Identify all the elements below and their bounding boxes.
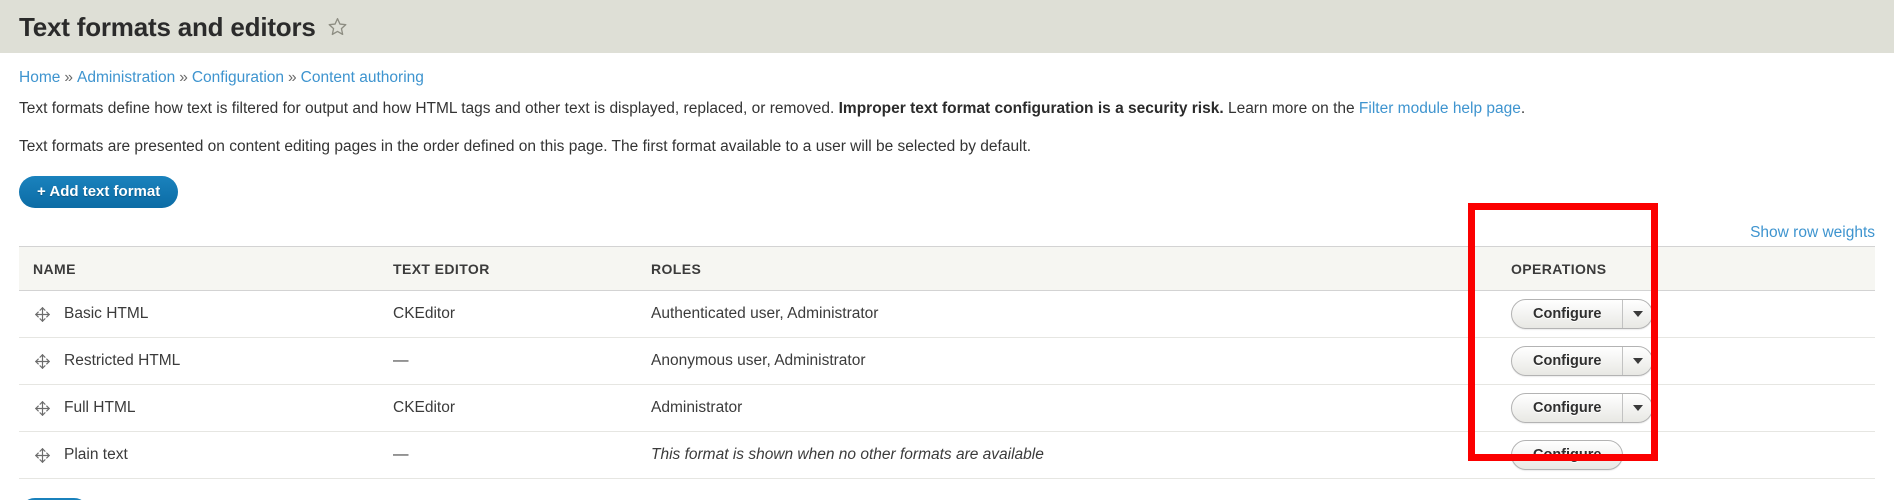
- drag-handle-icon[interactable]: [33, 446, 51, 464]
- roles-value: Administrator: [651, 399, 743, 417]
- table-row: Basic HTML CKEditor Authenticated user, Ad…: [19, 290, 1875, 339]
- intro-text-part3: .: [1520, 100, 1526, 118]
- configure-button[interactable]: Configure: [1512, 347, 1622, 375]
- star-outline-icon[interactable]: [327, 16, 348, 37]
- breadcrumb-item-administration[interactable]: Administration: [77, 69, 175, 86]
- breadcrumb-separator: »: [64, 69, 73, 86]
- breadcrumb-separator: »: [288, 69, 297, 86]
- cell-name: Full HTML: [19, 384, 379, 433]
- configure-button[interactable]: Configure: [1512, 394, 1622, 422]
- cell-text-editor: —: [379, 431, 637, 480]
- filter-module-help-link[interactable]: Filter module help page: [1359, 100, 1521, 117]
- column-header-roles: ROLES: [637, 246, 1497, 292]
- chevron-down-icon: [1632, 358, 1643, 365]
- configure-button[interactable]: Configure: [1511, 440, 1624, 471]
- configure-button[interactable]: Configure: [1512, 300, 1622, 328]
- drag-handle-icon[interactable]: [33, 305, 51, 323]
- cell-name: Plain text: [19, 431, 379, 480]
- add-text-format-button[interactable]: + Add text format: [19, 176, 179, 209]
- column-header-operations: OPERATIONS: [1497, 246, 1727, 292]
- breadcrumb-item-configuration[interactable]: Configuration: [192, 69, 284, 86]
- configure-dropdown-toggle[interactable]: [1622, 394, 1652, 423]
- column-header-text-editor: TEXT EDITOR: [379, 246, 637, 292]
- intro-paragraph-1: Text formats define how text is filtered…: [19, 98, 1875, 120]
- breadcrumb-separator: »: [179, 69, 188, 86]
- table-header: NAME TEXT EDITOR ROLES OPERATIONS: [19, 246, 1875, 292]
- table-row: Restricted HTML — Anonymous user, Administ…: [19, 337, 1875, 386]
- cell-spacer: [1727, 431, 1875, 480]
- page-header: Text formats and editors: [0, 0, 1894, 53]
- show-row-weights-link[interactable]: Show row weights: [1750, 224, 1875, 241]
- configure-dropdown-toggle[interactable]: [1622, 300, 1652, 329]
- page-content: Home» Administration» Configuration» Conten…: [0, 53, 1894, 480]
- intro-text-part1: Text formats define how text is filtered…: [19, 100, 839, 118]
- cell-operations: Configure: [1497, 337, 1727, 386]
- configure-dropdown-toggle[interactable]: [1622, 347, 1652, 376]
- chevron-down-icon: [1632, 405, 1643, 412]
- intro-security-warning: Improper text format configuration is a …: [838, 100, 1224, 118]
- format-name: Plain text: [64, 446, 128, 464]
- text-editor-value: —: [393, 446, 409, 464]
- cell-name: Basic HTML: [19, 290, 379, 339]
- cell-spacer: [1727, 384, 1875, 433]
- table-row: Full HTML CKEditor Administrator Configure: [19, 384, 1875, 433]
- text-editor-value: —: [393, 352, 409, 370]
- cell-name: Restricted HTML: [19, 337, 379, 386]
- text-editor-value: CKEditor: [393, 399, 456, 417]
- cell-spacer: [1727, 337, 1875, 386]
- configure-split-button[interactable]: Configure: [1511, 299, 1654, 330]
- format-name: Restricted HTML: [64, 352, 181, 370]
- column-header-name: NAME: [19, 246, 379, 292]
- cell-operations: Configure: [1497, 384, 1727, 433]
- roles-value: Anonymous user, Administrator: [651, 352, 866, 370]
- roles-value: Authenticated user, Administrator: [651, 305, 879, 323]
- cell-roles: This format is shown when no other forma…: [637, 431, 1497, 480]
- page-root: Text formats and editors Home» Administra…: [0, 0, 1894, 500]
- cell-text-editor: CKEditor: [379, 290, 637, 339]
- configure-split-button[interactable]: Configure: [1511, 346, 1654, 377]
- breadcrumb: Home» Administration» Configuration» Conten…: [19, 53, 1875, 88]
- drag-handle-icon[interactable]: [33, 352, 51, 370]
- chevron-down-icon: [1632, 311, 1643, 318]
- column-header-spacer: [1727, 246, 1875, 292]
- configure-split-button[interactable]: Configure: [1511, 393, 1654, 424]
- text-formats-table: NAME TEXT EDITOR ROLES OPERATIONS Basic …: [19, 246, 1875, 480]
- cell-roles: Administrator: [637, 384, 1497, 433]
- intro-paragraph-2: Text formats are presented on content ed…: [19, 137, 1032, 155]
- roles-value: This format is shown when no other forma…: [651, 446, 1044, 464]
- drag-handle-icon[interactable]: [33, 399, 51, 417]
- format-name: Full HTML: [64, 399, 136, 417]
- cell-spacer: [1727, 290, 1875, 339]
- table-row: Plain text — This format is shown when no …: [19, 431, 1875, 480]
- show-row-weights-wrapper: Show row weights: [19, 224, 1875, 242]
- cell-roles: Anonymous user, Administrator: [637, 337, 1497, 386]
- breadcrumb-item-content-authoring[interactable]: Content authoring: [301, 69, 424, 86]
- cell-text-editor: CKEditor: [379, 384, 637, 433]
- add-text-format-wrapper: + Add text format: [19, 176, 1875, 209]
- breadcrumb-item-home[interactable]: Home: [19, 69, 60, 86]
- intro-text-part2: Learn more on the: [1223, 100, 1359, 118]
- cell-operations: Configure: [1497, 431, 1727, 480]
- page-title: Text formats and editors: [19, 11, 316, 42]
- table-body: Basic HTML CKEditor Authenticated user, Ad…: [19, 290, 1875, 480]
- cell-operations: Configure: [1497, 290, 1727, 339]
- text-editor-value: CKEditor: [393, 305, 456, 323]
- cell-roles: Authenticated user, Administrator: [637, 290, 1497, 339]
- table-header-row: NAME TEXT EDITOR ROLES OPERATIONS: [19, 246, 1875, 292]
- cell-text-editor: —: [379, 337, 637, 386]
- format-name: Basic HTML: [64, 305, 149, 323]
